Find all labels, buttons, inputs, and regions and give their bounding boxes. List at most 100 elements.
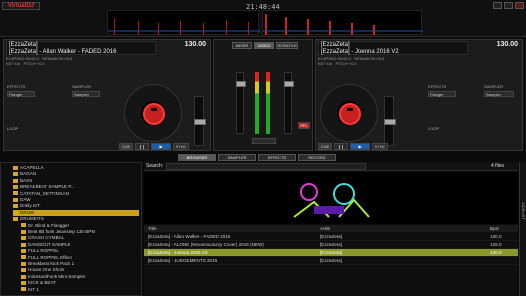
search-label: Search:	[146, 163, 164, 169]
deck-right-pitch-knob[interactable]	[384, 119, 396, 125]
tab-video[interactable]: VIDEO	[254, 42, 274, 49]
folder-label: ACAPELLA	[20, 165, 44, 170]
folder-icon	[13, 184, 18, 189]
deck-right-effects-label: EFFECTS	[428, 84, 447, 89]
deck-left-effect-select[interactable]: Flanger	[7, 91, 35, 97]
cell-title: [EzzaZeta] - Allan Walker - FADED 2016	[148, 234, 231, 239]
deck-right-pause-button[interactable]: ❙❙	[334, 143, 348, 150]
deck-left-pitch-slider[interactable]	[194, 96, 206, 146]
deck-right-effect-select[interactable]: Flanger	[428, 91, 456, 97]
folder-label: DRUM	[20, 209, 34, 215]
volume-left-slider[interactable]	[236, 72, 246, 134]
column-bpm[interactable]: Bpm	[490, 225, 499, 232]
folder-icon	[13, 191, 18, 196]
deck-left-play-button[interactable]: ▶	[151, 143, 171, 150]
deck-right-info: ELAPSED 00:00.0 REMAIN 00:05.6 KEY Db PI…	[318, 56, 468, 66]
folder-item[interactable]: BREAKBEAT SAMPLE P...	[13, 184, 139, 190]
crossfader[interactable]	[252, 138, 276, 144]
folder-item[interactable]: KICK & BEAT	[21, 280, 139, 286]
tab-sampler[interactable]: SAMPLER	[218, 154, 256, 161]
tab-mixer[interactable]: MIXER	[232, 42, 252, 49]
volume-right-slider[interactable]	[284, 72, 294, 134]
folder-item[interactable]: Breakbeat Kick Pack 1	[21, 261, 139, 267]
folder-item[interactable]: DAW	[13, 197, 139, 203]
deck-left-info: ELAPSED 00:00.0 REMAIN 00:05.6 KEY Db PI…	[6, 56, 156, 66]
tab-effects[interactable]: EFFECTS	[258, 154, 296, 161]
deck-left-sampler-label: SAMPLER	[72, 84, 92, 89]
folder-item[interactable]: BASS	[13, 178, 139, 184]
deck-right-sampler-select[interactable]: Sampler	[484, 91, 514, 97]
folder-icon	[13, 216, 18, 221]
waveform-right[interactable]	[262, 10, 423, 35]
maximize-button[interactable]	[504, 2, 513, 9]
folder-label: Beat 8B funk Jwanstep 135 BPM	[28, 229, 96, 234]
deck-left-cue-button[interactable]: CUE	[119, 143, 133, 150]
sidelist-label: SIDELIST	[521, 202, 526, 220]
tab-scratch[interactable]: SCRATCH	[276, 42, 298, 49]
deck-left-jogwheel[interactable]	[124, 84, 182, 142]
folder-icon	[21, 280, 26, 285]
folder-icon	[21, 229, 26, 234]
column-title[interactable]: Title	[148, 225, 157, 232]
folder-label: Dr. Blind & Flangger	[28, 222, 70, 228]
browser-tabs: BROWSER SAMPLER EFFECTS RECORD	[172, 154, 372, 162]
file-list: Title Artist Bpm [EzzaZeta] - Allan Walk…	[144, 225, 518, 296]
folder-item[interactable]: CATATAN_SETTINGAN	[13, 191, 139, 197]
folder-item[interactable]: KIT 1	[21, 287, 139, 293]
folder-label: DAW	[20, 197, 31, 202]
minimize-button[interactable]	[493, 2, 502, 9]
folder-item[interactable]: House One Shots	[21, 267, 139, 273]
folder-item[interactable]: Drally KIT	[13, 203, 139, 209]
deck-right-loop-label: LOOP	[428, 126, 440, 131]
folder-item[interactable]: BAGAN	[13, 171, 139, 177]
folder-label: IndoHardFunk Mini-Sampler	[28, 273, 86, 279]
deck-left-jog-center	[143, 103, 165, 125]
folder-label: Breakbeat Kick Pack 1	[28, 261, 75, 266]
deck-right-cue-button[interactable]: CUE	[318, 143, 332, 150]
folder-label: CRASH CYMBAL	[28, 235, 65, 241]
table-row[interactable]: [EzzaZeta] - Joenna 2016 V2 [EzzaZeta] 130…	[144, 249, 518, 257]
folder-item[interactable]: ACAPELLA	[13, 165, 139, 171]
folder-icon	[13, 172, 18, 177]
deck-right-pitch-slider[interactable]	[384, 96, 396, 146]
folder-item[interactable]: CRASH CYMBAL	[21, 235, 139, 241]
volume-left-knob[interactable]	[236, 81, 246, 87]
column-artist[interactable]: Artist	[320, 225, 330, 232]
search-input[interactable]	[166, 163, 366, 170]
cell-bpm: 128.0	[490, 242, 502, 247]
vu-meter-right	[266, 72, 270, 134]
sidelist-panel[interactable]: SIDELIST	[519, 162, 526, 296]
deck-left-pause-button[interactable]: ❙❙	[135, 143, 149, 150]
folder-item[interactable]: IndoHardFunk Mini-Sampler	[21, 274, 139, 280]
folder-item[interactable]: DANGDUT SAMPLE	[21, 242, 139, 248]
folder-label: DANGDUT SAMPLE	[28, 241, 71, 247]
folder-icon	[13, 204, 18, 209]
deck-left-sync-button[interactable]: SYNC	[173, 143, 189, 150]
table-row[interactable]: [EzzaZeta] - Allan Walker - FADED 2016 [E…	[144, 233, 518, 241]
close-button[interactable]	[515, 2, 524, 9]
files-count: 4 files	[490, 163, 504, 169]
folder-item[interactable]: FULL ROPPEL Effect	[21, 255, 139, 261]
deck-right: [EzzaZeta] [EzzaZeta] - Joenna 2016 V2 1…	[315, 39, 523, 151]
deck-right-jogwheel[interactable]	[320, 84, 378, 142]
folder-item[interactable]: Beat 8B funk Jwanstep 135 BPM	[21, 229, 139, 235]
table-row[interactable]: [EzzaZeta] - JUDGEMENTS 2016 [EzzaZeta]	[144, 257, 518, 265]
cell-bpm: 130.0	[490, 250, 502, 255]
folder-item[interactable]: DRUMKITS	[13, 216, 139, 222]
waveform-left[interactable]	[107, 10, 260, 35]
tab-record[interactable]: RECORD	[298, 154, 336, 161]
volume-right-knob[interactable]	[284, 81, 294, 87]
deck-right-play-button[interactable]: ▶	[350, 143, 370, 150]
folder-label: KICK & BEAT	[28, 280, 56, 286]
folder-icon	[21, 287, 26, 292]
deck-right-sync-button[interactable]: SYNC	[372, 143, 388, 150]
deck-left-sampler-select[interactable]: Sampler	[72, 91, 100, 97]
table-row[interactable]: [EzzaZeta] - ALONE (NirvannaJazzy Cover)…	[144, 241, 518, 249]
deck-left-pitch-knob[interactable]	[194, 119, 206, 125]
tab-browser[interactable]: BROWSER	[178, 154, 216, 161]
folder-item[interactable]: DRUM	[13, 209, 139, 216]
pfl-button[interactable]: PFL	[298, 122, 310, 129]
folder-item[interactable]: Dr. Blind & Flangger	[21, 223, 139, 229]
folder-item[interactable]: FULL ROPPEL	[21, 248, 139, 254]
folder-icon	[21, 242, 26, 247]
